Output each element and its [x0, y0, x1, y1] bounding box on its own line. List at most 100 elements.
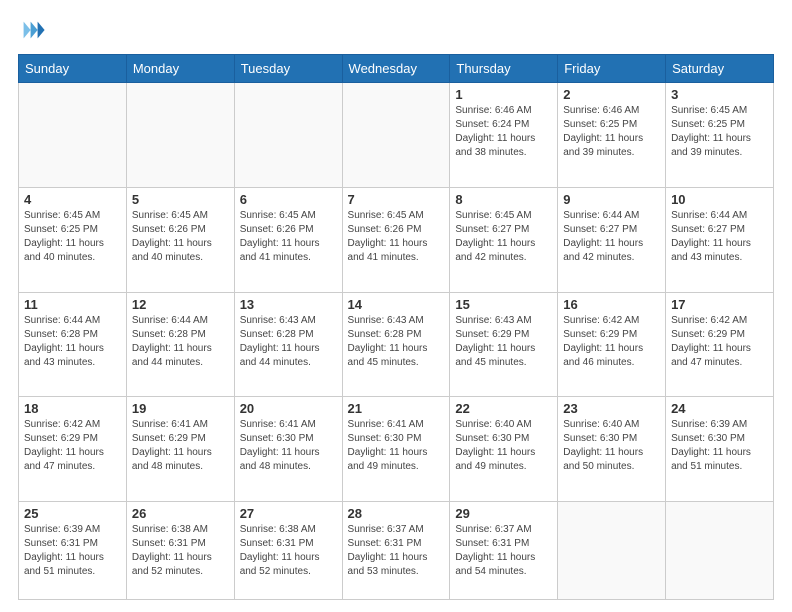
day-number: 24 [671, 401, 768, 416]
day-number: 23 [563, 401, 660, 416]
day-number: 11 [24, 297, 121, 312]
calendar-cell: 16 Sunrise: 6:42 AM Sunset: 6:29 PM Dayli… [558, 292, 666, 397]
day-number: 3 [671, 87, 768, 102]
calendar-cell: 9 Sunrise: 6:44 AM Sunset: 6:27 PM Daylig… [558, 187, 666, 292]
calendar-cell: 25 Sunrise: 6:39 AM Sunset: 6:31 PM Dayli… [19, 502, 127, 600]
day-info: Sunrise: 6:44 AM Sunset: 6:27 PM Dayligh… [563, 209, 660, 265]
weekday-header-friday: Friday [558, 55, 666, 83]
day-info: Sunrise: 6:45 AM Sunset: 6:25 PM Dayligh… [671, 104, 768, 160]
calendar-cell: 10Sunrise: 6:44 AM Sunset: 6:27 PM Dayli… [666, 187, 774, 292]
calendar-cell: 11 Sunrise: 6:44 AM Sunset: 6:28 PM Dayli… [19, 292, 127, 397]
day-number: 26 [132, 506, 229, 521]
day-info: Sunrise: 6:39 AM Sunset: 6:31 PM Dayligh… [24, 523, 121, 579]
day-number: 8 [455, 192, 552, 207]
day-info: Sunrise: 6:40 AM Sunset: 6:30 PM Dayligh… [563, 418, 660, 474]
day-info: Sunrise: 6:38 AM Sunset: 6:31 PM Dayligh… [240, 523, 337, 579]
day-info: Sunrise: 6:43 AM Sunset: 6:29 PM Dayligh… [455, 314, 552, 370]
day-info: Sunrise: 6:41 AM Sunset: 6:30 PM Dayligh… [240, 418, 337, 474]
calendar-cell: 22 Sunrise: 6:40 AM Sunset: 6:30 PM Dayli… [450, 397, 558, 502]
page: SundayMondayTuesdayWednesdayThursdayFrid… [0, 0, 792, 612]
day-number: 9 [563, 192, 660, 207]
day-number: 13 [240, 297, 337, 312]
day-info: Sunrise: 6:43 AM Sunset: 6:28 PM Dayligh… [348, 314, 445, 370]
day-number: 16 [563, 297, 660, 312]
day-info: Sunrise: 6:44 AM Sunset: 6:28 PM Dayligh… [132, 314, 229, 370]
calendar-cell: 27 Sunrise: 6:38 AM Sunset: 6:31 PM Dayli… [234, 502, 342, 600]
day-info: Sunrise: 6:40 AM Sunset: 6:30 PM Dayligh… [455, 418, 552, 474]
calendar-cell [234, 83, 342, 188]
day-info: Sunrise: 6:41 AM Sunset: 6:29 PM Dayligh… [132, 418, 229, 474]
header [18, 16, 774, 44]
calendar-cell: 28 Sunrise: 6:37 AM Sunset: 6:31 PM Dayli… [342, 502, 450, 600]
day-info: Sunrise: 6:41 AM Sunset: 6:30 PM Dayligh… [348, 418, 445, 474]
day-info: Sunrise: 6:37 AM Sunset: 6:31 PM Dayligh… [455, 523, 552, 579]
day-number: 6 [240, 192, 337, 207]
calendar-cell [558, 502, 666, 600]
calendar-cell: 12 Sunrise: 6:44 AM Sunset: 6:28 PM Dayli… [126, 292, 234, 397]
week-row-1: 1Sunrise: 6:46 AM Sunset: 6:24 PM Daylig… [19, 83, 774, 188]
day-info: Sunrise: 6:45 AM Sunset: 6:26 PM Dayligh… [240, 209, 337, 265]
logo-icon [18, 16, 46, 44]
day-info: Sunrise: 6:42 AM Sunset: 6:29 PM Dayligh… [563, 314, 660, 370]
day-info: Sunrise: 6:45 AM Sunset: 6:26 PM Dayligh… [348, 209, 445, 265]
calendar-cell: 21 Sunrise: 6:41 AM Sunset: 6:30 PM Dayli… [342, 397, 450, 502]
calendar-cell: 2 Sunrise: 6:46 AM Sunset: 6:25 PM Daylig… [558, 83, 666, 188]
day-info: Sunrise: 6:45 AM Sunset: 6:25 PM Dayligh… [24, 209, 121, 265]
calendar-table: SundayMondayTuesdayWednesdayThursdayFrid… [18, 54, 774, 600]
week-row-5: 25 Sunrise: 6:39 AM Sunset: 6:31 PM Dayli… [19, 502, 774, 600]
day-info: Sunrise: 6:43 AM Sunset: 6:28 PM Dayligh… [240, 314, 337, 370]
calendar-cell: 20 Sunrise: 6:41 AM Sunset: 6:30 PM Dayli… [234, 397, 342, 502]
calendar-cell [126, 83, 234, 188]
weekday-header-wednesday: Wednesday [342, 55, 450, 83]
day-number: 7 [348, 192, 445, 207]
day-number: 22 [455, 401, 552, 416]
day-number: 18 [24, 401, 121, 416]
day-info: Sunrise: 6:42 AM Sunset: 6:29 PM Dayligh… [671, 314, 768, 370]
day-number: 25 [24, 506, 121, 521]
day-number: 19 [132, 401, 229, 416]
day-info: Sunrise: 6:44 AM Sunset: 6:27 PM Dayligh… [671, 209, 768, 265]
weekday-header-sunday: Sunday [19, 55, 127, 83]
calendar-cell: 7 Sunrise: 6:45 AM Sunset: 6:26 PM Daylig… [342, 187, 450, 292]
day-info: Sunrise: 6:42 AM Sunset: 6:29 PM Dayligh… [24, 418, 121, 474]
day-info: Sunrise: 6:38 AM Sunset: 6:31 PM Dayligh… [132, 523, 229, 579]
day-number: 27 [240, 506, 337, 521]
week-row-3: 11 Sunrise: 6:44 AM Sunset: 6:28 PM Dayli… [19, 292, 774, 397]
calendar-cell: 17Sunrise: 6:42 AM Sunset: 6:29 PM Dayli… [666, 292, 774, 397]
day-number: 21 [348, 401, 445, 416]
weekday-header-saturday: Saturday [666, 55, 774, 83]
day-info: Sunrise: 6:37 AM Sunset: 6:31 PM Dayligh… [348, 523, 445, 579]
day-info: Sunrise: 6:44 AM Sunset: 6:28 PM Dayligh… [24, 314, 121, 370]
calendar-cell: 3 Sunrise: 6:45 AM Sunset: 6:25 PM Daylig… [666, 83, 774, 188]
day-number: 12 [132, 297, 229, 312]
day-info: Sunrise: 6:39 AM Sunset: 6:30 PM Dayligh… [671, 418, 768, 474]
logo [18, 16, 50, 44]
calendar-cell: 15 Sunrise: 6:43 AM Sunset: 6:29 PM Dayli… [450, 292, 558, 397]
calendar-cell [342, 83, 450, 188]
calendar-cell: 18 Sunrise: 6:42 AM Sunset: 6:29 PM Dayli… [19, 397, 127, 502]
calendar-cell: 6 Sunrise: 6:45 AM Sunset: 6:26 PM Daylig… [234, 187, 342, 292]
day-info: Sunrise: 6:45 AM Sunset: 6:26 PM Dayligh… [132, 209, 229, 265]
day-number: 20 [240, 401, 337, 416]
day-number: 2 [563, 87, 660, 102]
day-number: 15 [455, 297, 552, 312]
calendar-cell: 5 Sunrise: 6:45 AM Sunset: 6:26 PM Daylig… [126, 187, 234, 292]
calendar-cell: 23 Sunrise: 6:40 AM Sunset: 6:30 PM Dayli… [558, 397, 666, 502]
calendar-cell: 13 Sunrise: 6:43 AM Sunset: 6:28 PM Dayli… [234, 292, 342, 397]
calendar-cell: 1Sunrise: 6:46 AM Sunset: 6:24 PM Daylig… [450, 83, 558, 188]
calendar-cell: 4Sunrise: 6:45 AM Sunset: 6:25 PM Daylig… [19, 187, 127, 292]
calendar-cell: 8 Sunrise: 6:45 AM Sunset: 6:27 PM Daylig… [450, 187, 558, 292]
day-info: Sunrise: 6:45 AM Sunset: 6:27 PM Dayligh… [455, 209, 552, 265]
week-row-2: 4Sunrise: 6:45 AM Sunset: 6:25 PM Daylig… [19, 187, 774, 292]
weekday-header-thursday: Thursday [450, 55, 558, 83]
day-number: 29 [455, 506, 552, 521]
day-number: 14 [348, 297, 445, 312]
calendar-cell [666, 502, 774, 600]
day-number: 5 [132, 192, 229, 207]
calendar-cell: 14 Sunrise: 6:43 AM Sunset: 6:28 PM Dayli… [342, 292, 450, 397]
weekday-header-monday: Monday [126, 55, 234, 83]
calendar-cell: 24 Sunrise: 6:39 AM Sunset: 6:30 PM Dayli… [666, 397, 774, 502]
day-number: 28 [348, 506, 445, 521]
calendar-cell: 29 Sunrise: 6:37 AM Sunset: 6:31 PM Dayli… [450, 502, 558, 600]
day-info: Sunrise: 6:46 AM Sunset: 6:25 PM Dayligh… [563, 104, 660, 160]
